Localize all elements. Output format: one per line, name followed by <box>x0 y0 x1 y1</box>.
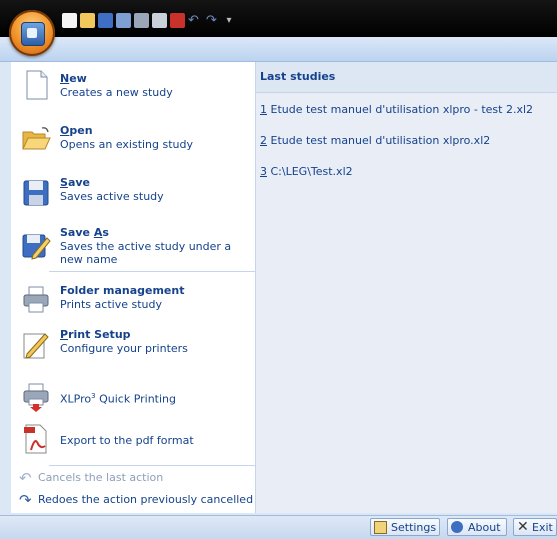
menu-commands-pane: New Creates a new study Open Opens an ex… <box>11 62 256 513</box>
menu-item-quick-printing[interactable]: XLPro3 Quick Printing <box>11 378 255 416</box>
menu-item-folder-management[interactable]: Folder management Prints active study <box>11 276 255 320</box>
save-icon[interactable] <box>98 12 113 28</box>
save-as-desc: Saves the active study under a new name <box>60 240 232 266</box>
recent-studies-pane: Last studies 1 Etude test manuel d'utili… <box>256 62 557 513</box>
close-icon: ✕ <box>517 519 529 535</box>
quick-access-toolbar: ↶ ↷ ▾ <box>62 12 234 28</box>
open-desc: Opens an existing study <box>60 138 194 151</box>
pdf-export-icon <box>24 424 47 454</box>
recent-studies-header: Last studies <box>256 62 557 93</box>
settings-icon <box>374 521 387 534</box>
save-title: Save <box>60 176 90 189</box>
open-title: Open <box>60 124 93 137</box>
application-menu-button[interactable] <box>9 10 55 56</box>
folder-print-icon[interactable] <box>152 12 167 28</box>
menu-item-export-pdf[interactable]: Export to the pdf format <box>11 420 255 460</box>
recent-study-item[interactable]: 2 Etude test manuel d'utilisation xlpro.… <box>256 125 557 156</box>
folder-management-title: Folder management <box>60 284 185 297</box>
menu-item-print-setup[interactable]: Print Setup Configure your printers <box>11 324 255 368</box>
settings-label: Settings <box>391 521 437 534</box>
new-title: New <box>60 72 87 85</box>
open-folder-icon[interactable] <box>80 12 95 28</box>
print-setup-desc: Configure your printers <box>60 342 188 355</box>
redo-icon: ↷ <box>19 491 32 509</box>
undo-icon[interactable]: ↶ <box>188 13 203 28</box>
save-as-title: Save As <box>60 226 109 239</box>
quick-printing-label: XLPro3 Quick Printing <box>60 392 177 406</box>
menu-item-undo[interactable]: ↶ Cancels the last action <box>11 468 255 488</box>
new-desc: Creates a new study <box>60 86 173 99</box>
menu-item-redo[interactable]: ↷ Redoes the action previously cancelled <box>11 490 255 510</box>
about-button[interactable]: About <box>447 518 507 536</box>
print-icon[interactable] <box>134 12 149 28</box>
undo-label: Cancels the last action <box>38 471 164 484</box>
save-as-icon <box>22 234 51 260</box>
menu-separator <box>49 271 255 272</box>
exit-button[interactable]: ✕ Exit <box>513 518 557 536</box>
new-document-icon <box>26 70 48 100</box>
recent-study-item[interactable]: 1 Etude test manuel d'utilisation xlpro … <box>256 94 557 125</box>
menu-separator <box>49 465 255 466</box>
folder-management-desc: Prints active study <box>60 298 162 311</box>
recent-study-item[interactable]: 3 C:\LEG\Test.xl2 <box>256 156 557 187</box>
save-desc: Saves active study <box>60 190 164 203</box>
export-pdf-label: Export to the pdf format <box>60 434 194 447</box>
help-icon <box>451 521 463 533</box>
undo-icon: ↶ <box>19 469 32 487</box>
redo-label: Redoes the action previously cancelled <box>38 493 254 506</box>
open-folder-icon <box>22 127 51 150</box>
menu-footer: Settings About ✕ Exit <box>0 515 557 539</box>
ribbon-strip <box>0 37 557 61</box>
redo-icon[interactable]: ↷ <box>206 13 221 28</box>
about-label: About <box>468 521 501 534</box>
new-doc-icon[interactable] <box>62 12 77 28</box>
menu-item-open[interactable]: Open Opens an existing study <box>11 118 255 162</box>
settings-button[interactable]: Settings <box>370 518 440 536</box>
app-logo-icon <box>21 22 45 46</box>
menu-item-save-as[interactable]: Save As Saves the active study under a n… <box>11 222 255 272</box>
customize-qat-icon[interactable]: ▾ <box>224 13 234 28</box>
printer-icon <box>23 286 49 313</box>
pdf-icon[interactable] <box>170 12 185 28</box>
print-setup-title: Print Setup <box>60 328 131 341</box>
save-disk-icon <box>23 180 49 206</box>
print-setup-icon <box>23 333 49 359</box>
exit-label: Exit <box>532 521 553 534</box>
menu-item-new[interactable]: New Creates a new study <box>11 66 255 110</box>
menu-item-save[interactable]: Save Saves active study <box>11 170 255 214</box>
save-as-icon[interactable] <box>116 12 131 28</box>
title-bar: ↶ ↷ ▾ <box>0 0 557 37</box>
quick-print-icon <box>23 383 49 412</box>
